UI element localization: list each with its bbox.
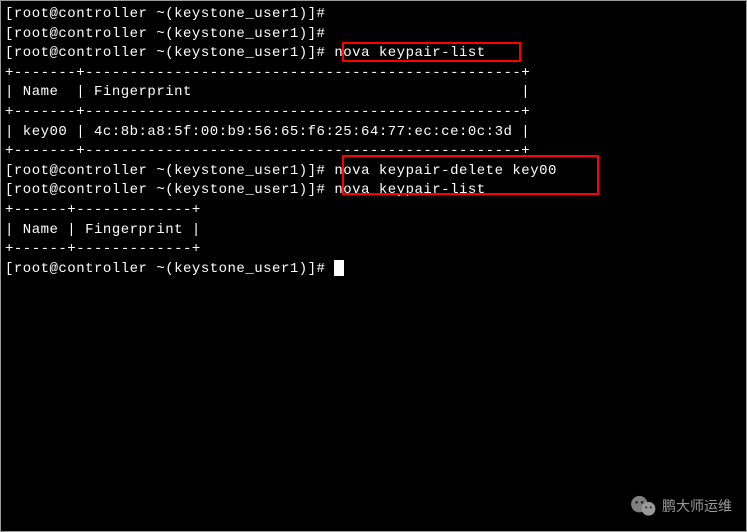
terminal-content: [root@controller ~(keystone_user1)]# [ro… [5, 5, 742, 279]
prompt-line: [root@controller ~(keystone_user1)]# [5, 5, 742, 25]
command-line: [root@controller ~(keystone_user1)]# nov… [5, 181, 742, 201]
command-text: nova keypair-list [334, 45, 485, 61]
shell-prompt: [root@controller ~(keystone_user1)]# [5, 163, 334, 179]
shell-prompt: [root@controller ~(keystone_user1)]# [5, 26, 334, 42]
table-border: +------+-------------+ [5, 201, 742, 221]
table-border: +------+-------------+ [5, 240, 742, 260]
shell-prompt: [root@controller ~(keystone_user1)]# [5, 261, 334, 277]
wechat-icon [630, 495, 656, 517]
shell-prompt: [root@controller ~(keystone_user1)]# [5, 45, 334, 61]
command-line: [root@controller ~(keystone_user1)]# nov… [5, 44, 742, 64]
prompt-line: [root@controller ~(keystone_user1)]# [5, 25, 742, 45]
cursor [334, 260, 344, 276]
table-header: | Name | Fingerprint | [5, 83, 742, 103]
table-border: +-------+-------------------------------… [5, 103, 742, 123]
prompt-line: [root@controller ~(keystone_user1)]# [5, 260, 742, 280]
watermark: 鹏大师运维 [630, 495, 732, 517]
table-border: +-------+-------------------------------… [5, 142, 742, 162]
command-text: nova keypair-delete key00 [334, 163, 557, 179]
table-header: | Name | Fingerprint | [5, 221, 742, 241]
command-line: [root@controller ~(keystone_user1)]# nov… [5, 162, 742, 182]
watermark-text: 鹏大师运维 [662, 496, 732, 516]
table-border: +-------+-------------------------------… [5, 64, 742, 84]
command-text: nova keypair-list [334, 182, 485, 198]
table-row: | key00 | 4c:8b:a8:5f:00:b9:56:65:f6:25:… [5, 123, 742, 143]
shell-prompt: [root@controller ~(keystone_user1)]# [5, 182, 334, 198]
shell-prompt: [root@controller ~(keystone_user1)]# [5, 6, 334, 22]
